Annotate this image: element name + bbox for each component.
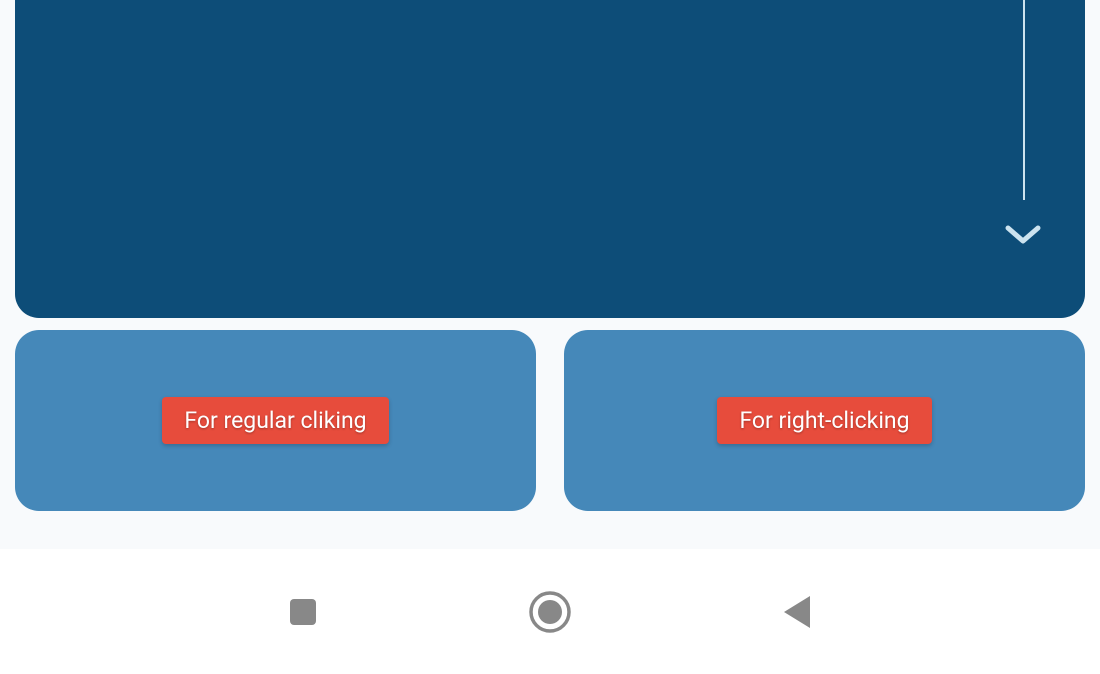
home-button[interactable] — [520, 582, 580, 642]
chevron-down-icon — [1005, 225, 1041, 251]
right-click-label: For right-clicking — [717, 397, 931, 444]
trackpad-area[interactable] — [15, 0, 1085, 318]
mouse-buttons-row: For regular cliking For right-clicking — [15, 330, 1085, 511]
scroll-indicator-line — [1023, 0, 1025, 200]
android-nav-bar — [0, 549, 1100, 674]
right-click-button[interactable]: For right-clicking — [564, 330, 1085, 511]
triangle-left-icon — [780, 594, 814, 630]
content-area: For regular cliking For right-clicking — [0, 0, 1100, 549]
left-click-label: For regular cliking — [162, 397, 388, 444]
left-click-button[interactable]: For regular cliking — [15, 330, 536, 511]
circle-icon — [528, 590, 572, 634]
back-button[interactable] — [767, 582, 827, 642]
recent-apps-button[interactable] — [273, 582, 333, 642]
square-icon — [288, 597, 318, 627]
